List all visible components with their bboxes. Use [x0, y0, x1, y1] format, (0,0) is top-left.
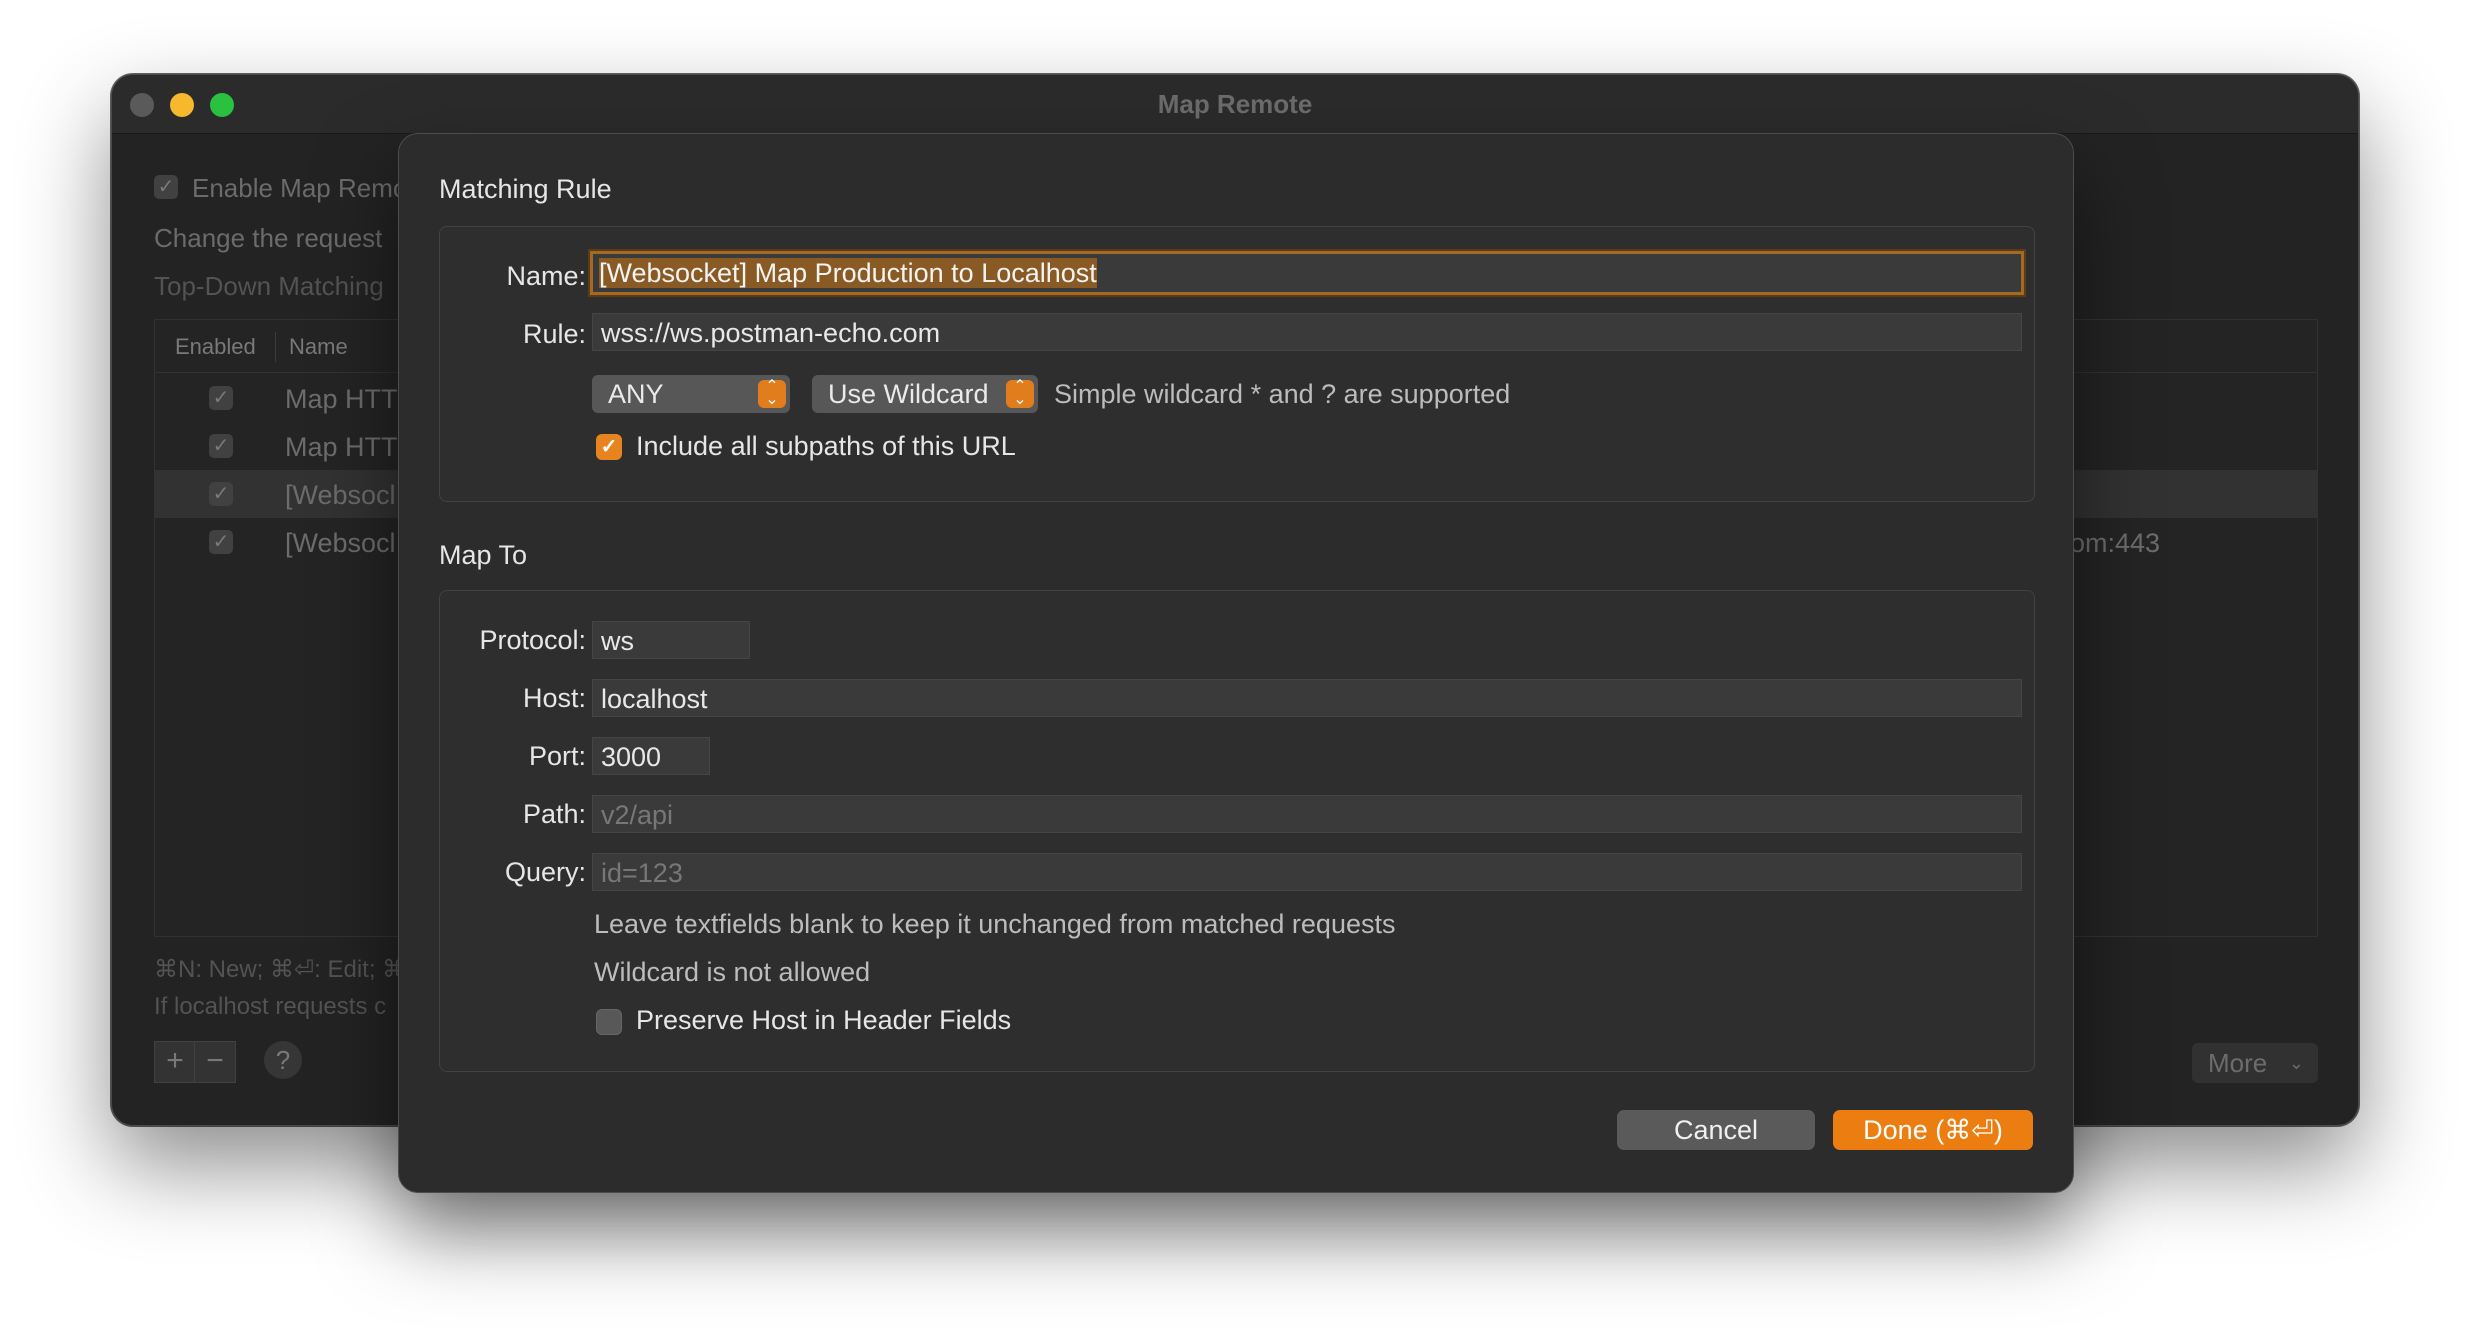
host-field[interactable]: localhost	[592, 679, 2022, 717]
name-field[interactable]: [Websocket] Map Production to Localhost	[590, 251, 2024, 295]
match-mode-popup-value: Use Wildcard	[828, 379, 989, 409]
path-label: Path:	[522, 799, 586, 829]
path-field[interactable]: v2/api	[592, 795, 2022, 833]
method-popup[interactable]: ANY ⌃ ⌄	[592, 375, 790, 413]
map-remote-edit-sheet: Matching Rule Name: [Websocket] Map Prod…	[398, 133, 2074, 1193]
method-popup-value: ANY	[608, 379, 664, 409]
matching-rule-group: Name: [Websocket] Map Production to Loca…	[439, 226, 2035, 502]
blank-fields-hint: Leave textfields blank to keep it unchan…	[594, 909, 1396, 939]
query-field[interactable]: id=123	[592, 853, 2022, 891]
done-button[interactable]: Done (⌘⏎)	[1833, 1110, 2033, 1150]
window-title: Map Remote	[1157, 89, 1313, 119]
protocol-field[interactable]: ws	[592, 621, 750, 659]
matching-rule-title: Matching Rule	[439, 174, 612, 204]
rule-label: Rule:	[522, 319, 586, 349]
name-label: Name:	[506, 261, 586, 291]
title-bar: Map Remote	[112, 75, 2358, 134]
map-to-title: Map To	[439, 540, 528, 570]
host-label: Host:	[522, 683, 586, 713]
port-field[interactable]: 3000	[592, 737, 710, 775]
include-subpaths-checkbox[interactable]: ✓	[596, 434, 622, 460]
cancel-button[interactable]: Cancel	[1617, 1110, 1815, 1150]
wildcard-not-allowed-hint: Wildcard is not allowed	[594, 957, 871, 987]
checkmark-icon: ✓	[600, 436, 618, 458]
up-down-chevron-icon: ⌃ ⌄	[1006, 379, 1034, 408]
include-subpaths-label: Include all subpaths of this URL	[636, 431, 1016, 461]
rule-field[interactable]: wss://ws.postman-echo.com	[592, 313, 2022, 351]
preserve-host-label: Preserve Host in Header Fields	[636, 1005, 1012, 1035]
protocol-label: Protocol:	[479, 625, 586, 655]
match-mode-popup[interactable]: Use Wildcard ⌃ ⌄	[812, 375, 1038, 413]
name-field-value: [Websocket] Map Production to Localhost	[599, 258, 1097, 288]
query-label: Query:	[504, 857, 586, 887]
wildcard-support-hint: Simple wildcard * and ? are supported	[1054, 379, 1511, 409]
map-to-group: Protocol: ws Host: localhost Port: 3000 …	[439, 590, 2035, 1072]
preserve-host-checkbox[interactable]	[596, 1009, 622, 1035]
port-label: Port:	[528, 741, 586, 771]
up-down-chevron-icon: ⌃ ⌄	[758, 379, 786, 408]
